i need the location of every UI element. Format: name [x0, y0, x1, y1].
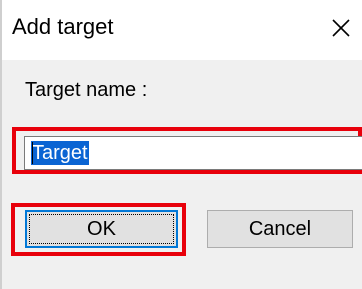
dialog-title-bar: Add target: [2, 0, 362, 60]
ok-button[interactable]: OK: [25, 210, 178, 248]
target-name-input[interactable]: Target: [24, 136, 362, 170]
text-caret: [32, 142, 33, 164]
target-name-label: Target name :: [25, 79, 148, 101]
ok-button-label: OK: [87, 217, 116, 240]
close-icon: [332, 19, 350, 37]
target-name-value: Target: [31, 141, 89, 165]
dialog-title: Add target: [12, 14, 114, 39]
cancel-button[interactable]: Cancel: [207, 210, 353, 248]
close-button[interactable]: [320, 6, 362, 50]
cancel-button-label: Cancel: [248, 217, 312, 240]
